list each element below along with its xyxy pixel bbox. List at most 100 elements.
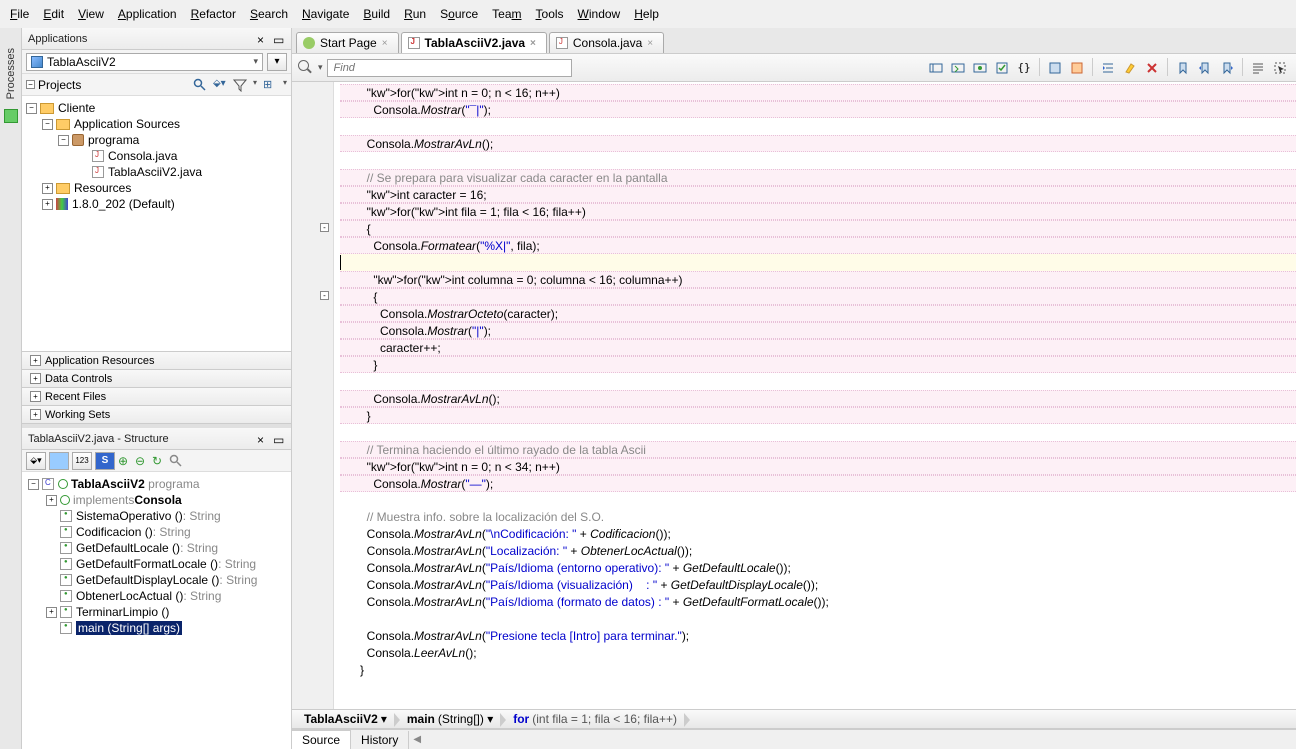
tb-bookmark-icon[interactable] xyxy=(1173,58,1193,78)
menu-run[interactable]: Run xyxy=(404,7,426,21)
struct-method[interactable]: SistemaOperativo () : String xyxy=(24,508,289,524)
project-menu-btn[interactable]: ▾ xyxy=(267,53,287,71)
tb-clear-icon[interactable] xyxy=(1142,58,1162,78)
struct-implements[interactable]: implements Consola xyxy=(24,492,289,508)
tree-resources[interactable]: Resources xyxy=(22,180,291,196)
toggle-icon[interactable] xyxy=(42,119,53,130)
search-icon[interactable] xyxy=(298,60,314,76)
method-icon xyxy=(60,558,72,570)
menu-navigate[interactable]: Navigate xyxy=(302,7,349,21)
tab-startpage[interactable]: Start Page× xyxy=(296,32,399,53)
toggle-icon[interactable] xyxy=(26,103,37,114)
close-icon[interactable]: × xyxy=(530,38,536,49)
tree-consola[interactable]: Consola.java xyxy=(22,148,291,164)
menu-search[interactable]: Search xyxy=(250,7,288,21)
minimize-icon[interactable]: ▭ xyxy=(273,433,285,445)
method-icon xyxy=(60,590,72,602)
tb-icon-4[interactable] xyxy=(992,58,1012,78)
lib-icon xyxy=(56,198,68,210)
menu-view[interactable]: View xyxy=(78,7,104,21)
gutter[interactable]: -- xyxy=(292,82,334,709)
struct-method[interactable]: main (String[] args) xyxy=(24,620,289,636)
struct-method[interactable]: GetDefaultDisplayLocale () : String xyxy=(24,572,289,588)
tree-appsources[interactable]: Application Sources xyxy=(22,116,291,132)
crumb-class[interactable]: TablaAsciiV2 ▾ xyxy=(298,711,395,727)
struct-method[interactable]: TerminarLimpio () xyxy=(24,604,289,620)
struct-method[interactable]: Codificacion () : String xyxy=(24,524,289,540)
tb-icon-3[interactable] xyxy=(970,58,990,78)
tb-lines-icon[interactable] xyxy=(1248,58,1268,78)
tree-cliente[interactable]: Cliente xyxy=(22,100,291,116)
tab-tablaascii[interactable]: TablaAsciiV2.java× xyxy=(401,32,547,53)
struct-root[interactable]: TablaAsciiV2 programa xyxy=(24,476,289,492)
close-icon[interactable]: × xyxy=(382,38,388,49)
crumb-method[interactable]: main(String[]) ▾ xyxy=(401,711,501,727)
num-btn[interactable]: 123 xyxy=(72,452,92,470)
close-icon[interactable]: × xyxy=(647,38,653,49)
menu-help[interactable]: Help xyxy=(634,7,659,21)
search-struct-icon[interactable] xyxy=(169,454,183,468)
cube-icon xyxy=(31,56,43,68)
fold-toggle[interactable]: - xyxy=(320,291,329,300)
project-selector[interactable]: TablaAsciiV2 xyxy=(26,53,263,71)
tb-highlight-icon[interactable] xyxy=(1120,58,1140,78)
sort-btn[interactable]: ⬙▾ xyxy=(26,452,46,470)
panel-app-resources[interactable]: Application Resources xyxy=(22,352,291,370)
class-icon[interactable]: ⬙▾ xyxy=(213,78,227,92)
tb-indent-icon[interactable] xyxy=(1098,58,1118,78)
menu-application[interactable]: Application xyxy=(118,7,177,21)
menu-tools[interactable]: Tools xyxy=(536,7,564,21)
toggle-icon[interactable] xyxy=(58,135,69,146)
struct-method[interactable]: ObtenerLocActual () : String xyxy=(24,588,289,604)
tb-select-icon[interactable] xyxy=(1270,58,1290,78)
close-icon[interactable]: × xyxy=(257,433,269,445)
processes-tab[interactable]: Processes xyxy=(5,48,17,99)
tb-bookmark-prev-icon[interactable] xyxy=(1195,58,1215,78)
tb-bookmark-next-icon[interactable] xyxy=(1217,58,1237,78)
menu-source[interactable]: Source xyxy=(440,7,478,21)
menu-window[interactable]: Window xyxy=(578,7,621,21)
find-icon[interactable] xyxy=(193,78,207,92)
tree-icon[interactable]: ⊞ xyxy=(263,78,277,92)
refresh-icon[interactable]: ↻ xyxy=(152,454,166,468)
source-tab[interactable]: Source xyxy=(292,730,351,749)
minimize-panel-icon[interactable]: ▭ xyxy=(273,33,285,45)
fold-toggle[interactable]: - xyxy=(320,223,329,232)
menu-refactor[interactable]: Refactor xyxy=(191,7,236,21)
tree-new-icon[interactable]: ⊕ xyxy=(118,454,132,468)
method-icon xyxy=(60,510,72,522)
menu-build[interactable]: Build xyxy=(363,7,390,21)
toggle-icon[interactable] xyxy=(42,183,53,194)
panel-recent-files[interactable]: Recent Files xyxy=(22,388,291,406)
tree-del-icon[interactable]: ⊖ xyxy=(135,454,149,468)
s-btn[interactable]: S xyxy=(95,452,115,470)
tree-tablaascii[interactable]: TablaAsciiV2.java xyxy=(22,164,291,180)
tab-consola[interactable]: Consola.java× xyxy=(549,32,664,53)
scroll-left-icon[interactable]: ◀ xyxy=(413,734,421,745)
filter-icon[interactable] xyxy=(233,78,247,92)
panel-data-controls[interactable]: Data Controls xyxy=(22,370,291,388)
code-area[interactable]: -- "kw">for("kw">int n = 0; n < 16; n++)… xyxy=(292,82,1296,709)
crumb-for[interactable]: for(int fila = 1; fila < 16; fila++) xyxy=(507,711,685,727)
tb-icon-1[interactable] xyxy=(926,58,946,78)
processes-icon[interactable] xyxy=(4,109,18,123)
tree-jdk[interactable]: 1.8.0_202 (Default) xyxy=(22,196,291,212)
toggle-icon[interactable] xyxy=(42,199,53,210)
struct-method[interactable]: GetDefaultFormatLocale () : String xyxy=(24,556,289,572)
menu-team[interactable]: Team xyxy=(492,7,521,21)
panel-working-sets[interactable]: Working Sets xyxy=(22,406,291,424)
code-content[interactable]: "kw">for("kw">int n = 0; n < 16; n++) Co… xyxy=(334,82,1296,709)
find-input[interactable] xyxy=(327,59,572,77)
menu-file[interactable]: File xyxy=(10,7,29,21)
structure-header: TablaAsciiV2.java - Structure × ▭ xyxy=(22,428,291,450)
tb-icon-6[interactable] xyxy=(1067,58,1087,78)
tb-icon-5[interactable] xyxy=(1045,58,1065,78)
struct-method[interactable]: GetDefaultLocale () : String xyxy=(24,540,289,556)
history-tab[interactable]: History xyxy=(351,731,409,749)
show-btn[interactable] xyxy=(49,452,69,470)
close-panel-icon[interactable]: × xyxy=(257,33,269,45)
tree-package[interactable]: programa xyxy=(22,132,291,148)
tb-icon-2[interactable] xyxy=(948,58,968,78)
tb-braces-icon[interactable]: {} xyxy=(1014,58,1034,78)
menu-edit[interactable]: Edit xyxy=(43,7,64,21)
